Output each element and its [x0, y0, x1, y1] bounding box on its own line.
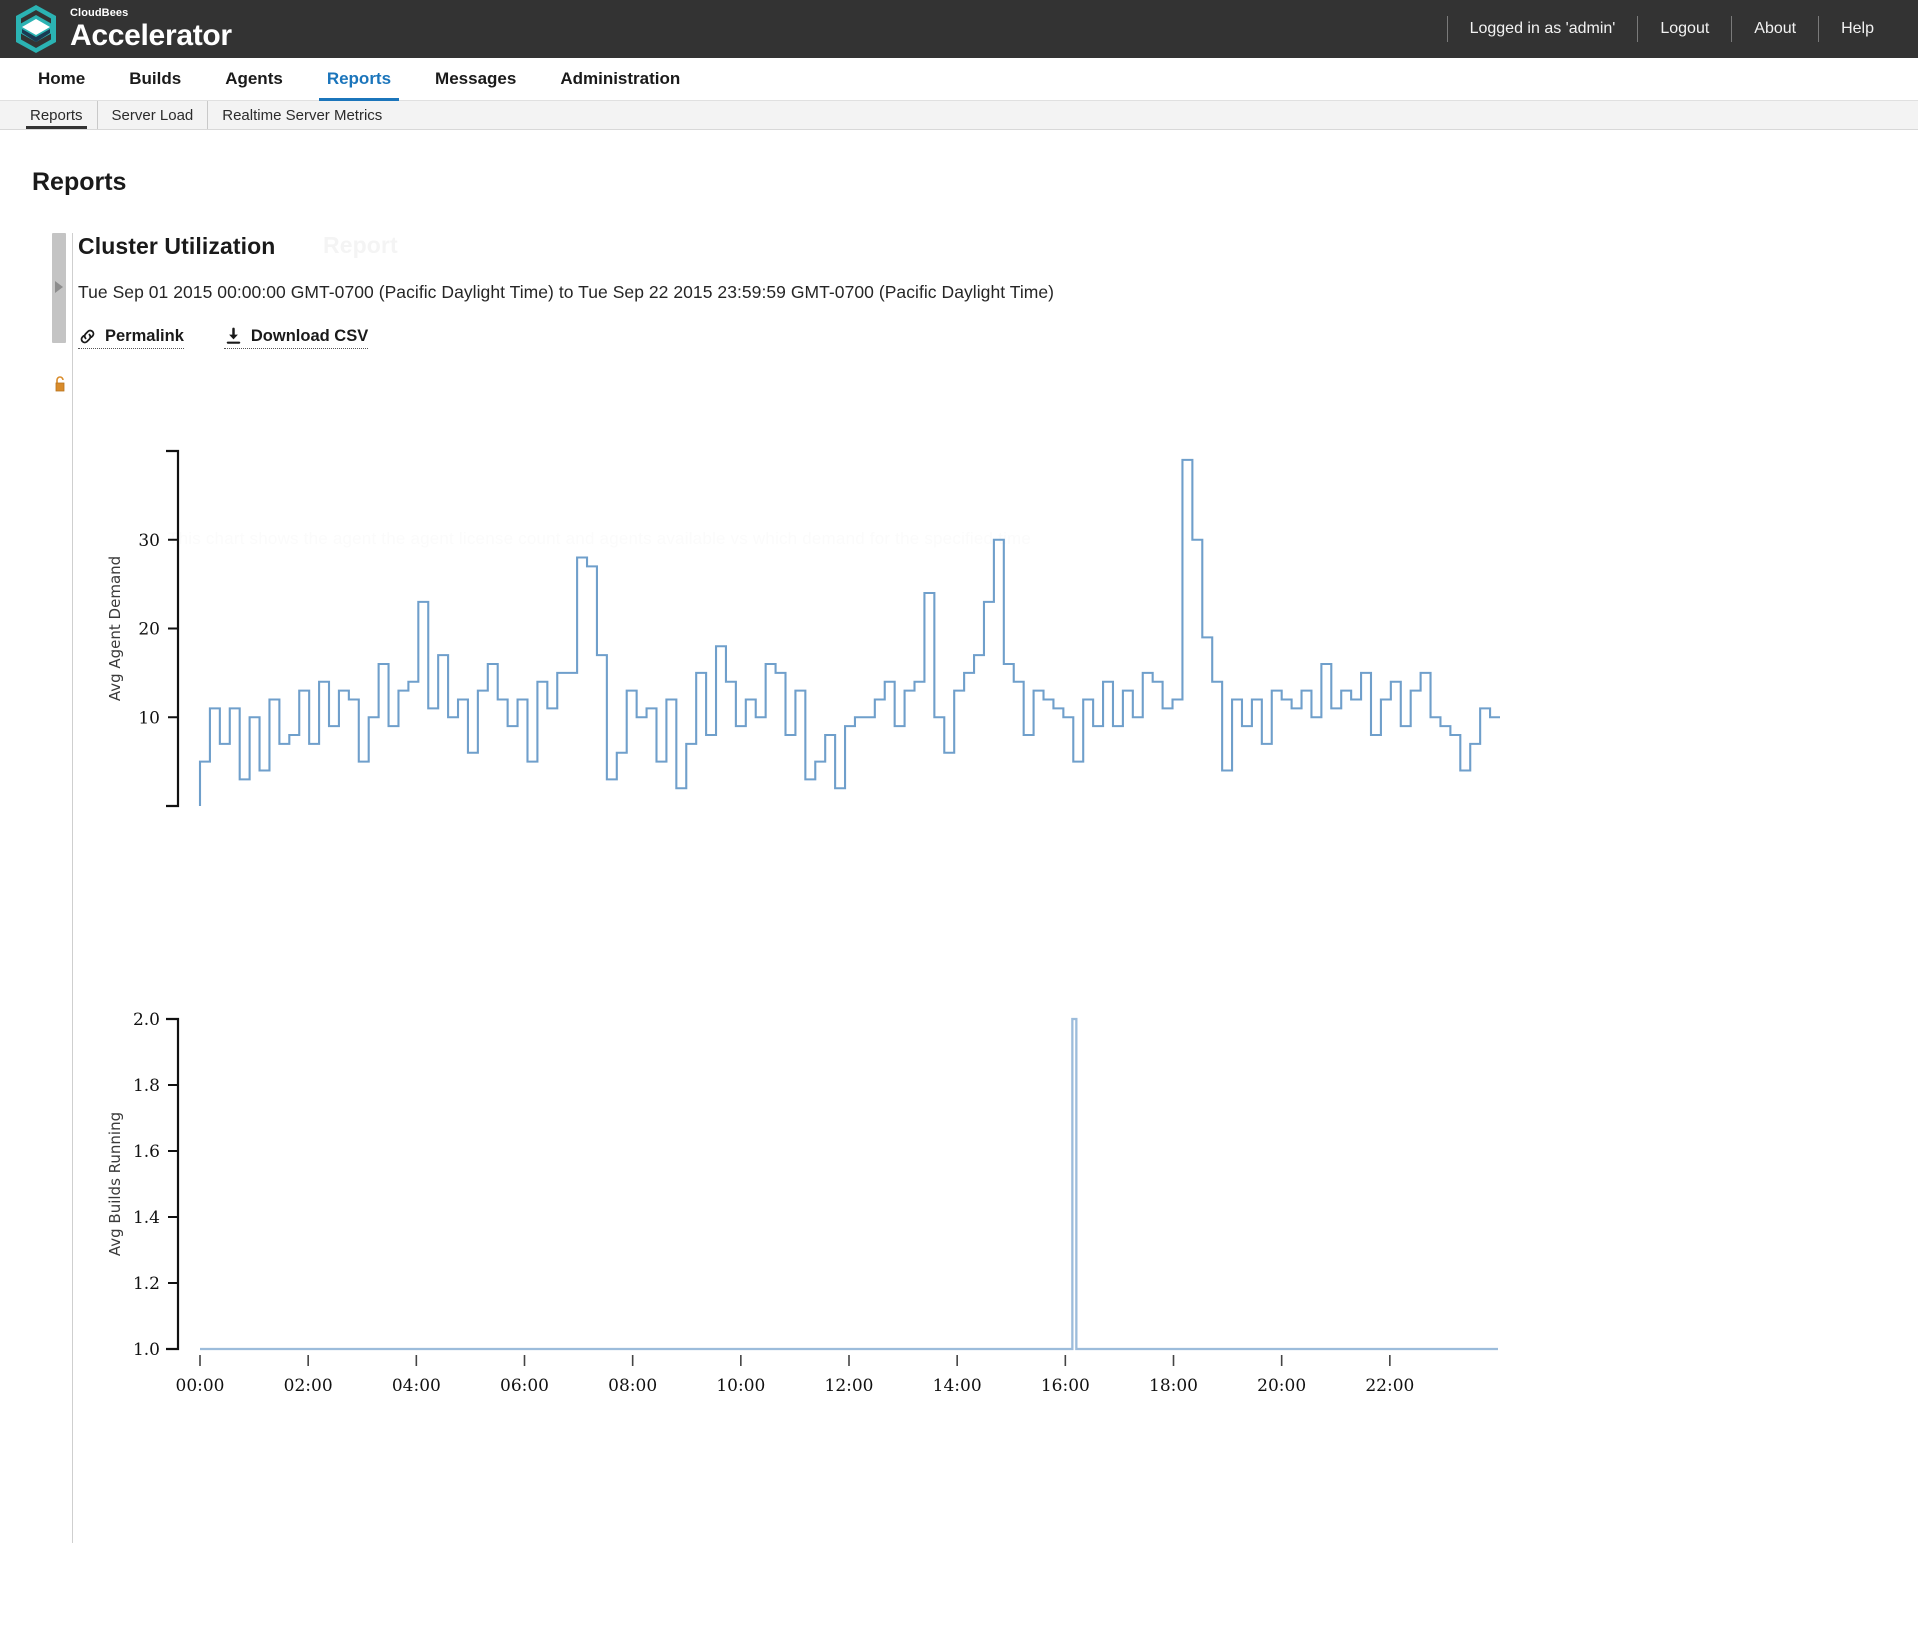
svg-text:Avg Agent Demand: Avg Agent Demand	[106, 556, 124, 701]
svg-text:1.4: 1.4	[133, 1208, 160, 1228]
svg-text:20: 20	[138, 620, 160, 640]
sub-navigation: Reports Server Load Realtime Server Metr…	[0, 100, 1918, 130]
report-title: Cluster Utilization Report	[78, 232, 1918, 260]
report-actions: Permalink Download CSV	[78, 327, 1918, 349]
svg-text:1.2: 1.2	[133, 1274, 160, 1294]
nav-item-agents[interactable]: Agents	[203, 58, 305, 99]
logged-in-status: Logged in as 'admin'	[1469, 20, 1616, 37]
unlock-icon[interactable]	[51, 375, 69, 393]
svg-text:1.8: 1.8	[133, 1076, 160, 1096]
svg-text:2.0: 2.0	[133, 1010, 160, 1030]
svg-text:04:00: 04:00	[392, 1376, 441, 1396]
brand-subtitle: CloudBees	[70, 6, 129, 19]
about-link[interactable]: About	[1732, 20, 1818, 38]
charts-area: This chart shows the agent the agent lic…	[78, 441, 1918, 1441]
svg-text:12:00: 12:00	[825, 1376, 874, 1396]
top-right-links: Logged in as 'admin' Logout About Help	[1446, 0, 1896, 58]
svg-text:06:00: 06:00	[500, 1376, 549, 1396]
report-title-text: Cluster Utilization	[78, 233, 276, 259]
svg-text:20:00: 20:00	[1257, 1376, 1306, 1396]
svg-text:10: 10	[138, 708, 160, 728]
svg-text:08:00: 08:00	[608, 1376, 657, 1396]
logout-link[interactable]: Logout	[1638, 20, 1731, 38]
svg-text:14:00: 14:00	[933, 1376, 982, 1396]
download-csv-label: Download CSV	[250, 327, 369, 345]
svg-text:22:00: 22:00	[1365, 1376, 1414, 1396]
subnav-item-realtime-server-metrics[interactable]: Realtime Server Metrics	[207, 101, 396, 129]
expand-arrow-icon[interactable]	[55, 281, 63, 293]
report-date-range: Tue Sep 01 2015 00:00:00 GMT-0700 (Pacif…	[78, 282, 1055, 302]
download-icon	[224, 327, 243, 346]
link-icon	[78, 327, 97, 346]
report-panel: Cluster Utilization Report Tue Sep 01 20…	[0, 232, 1918, 1543]
svg-text:1.0: 1.0	[133, 1340, 160, 1360]
chart-avg-agent-demand[interactable]: 10 20 30 Avg Agent Demand	[78, 441, 1918, 861]
brand-logo[interactable]: CloudBees Accelerator	[14, 4, 232, 54]
page-title: Reports	[32, 168, 127, 196]
svg-text:00:00: 00:00	[176, 1376, 225, 1396]
help-link[interactable]: Help	[1819, 20, 1896, 38]
nav-item-builds[interactable]: Builds	[107, 58, 203, 99]
cloudbees-hexagon-logo-icon	[14, 4, 58, 54]
nav-item-reports[interactable]: Reports	[305, 58, 413, 101]
permalink-link[interactable]: Permalink	[78, 327, 184, 349]
brand-title: Accelerator	[70, 18, 232, 52]
nav-item-home[interactable]: Home	[16, 58, 107, 99]
svg-text:30: 30	[138, 531, 160, 551]
svg-text:18:00: 18:00	[1149, 1376, 1198, 1396]
nav-item-administration[interactable]: Administration	[538, 58, 702, 99]
main-navigation: Home Builds Agents Reports Messages Admi…	[0, 58, 1918, 101]
permalink-label: Permalink	[105, 327, 184, 345]
svg-text:10:00: 10:00	[716, 1376, 765, 1396]
svg-text:02:00: 02:00	[284, 1376, 333, 1396]
subnav-item-reports[interactable]: Reports	[16, 101, 97, 129]
panel-left-rule	[72, 233, 73, 1543]
svg-text:16:00: 16:00	[1041, 1376, 1090, 1396]
svg-text:1.6: 1.6	[133, 1142, 160, 1162]
chart-avg-builds-running[interactable]: 1.0 1.2 1.4 1.6 1.8 2.0 Avg Builds Running 00:0…	[78, 1001, 1918, 1441]
nav-item-messages[interactable]: Messages	[413, 58, 538, 99]
page-content: Reports Cluster Utilization Report Tue S…	[0, 130, 1918, 1543]
svg-text:Avg Builds Running: Avg Builds Running	[106, 1112, 124, 1256]
download-csv-link[interactable]: Download CSV	[223, 327, 369, 349]
report-title-watermark: Report	[323, 232, 398, 258]
subnav-item-server-load[interactable]: Server Load	[96, 101, 208, 129]
top-header-bar: CloudBees Accelerator Logged in as 'admi…	[0, 0, 1918, 58]
